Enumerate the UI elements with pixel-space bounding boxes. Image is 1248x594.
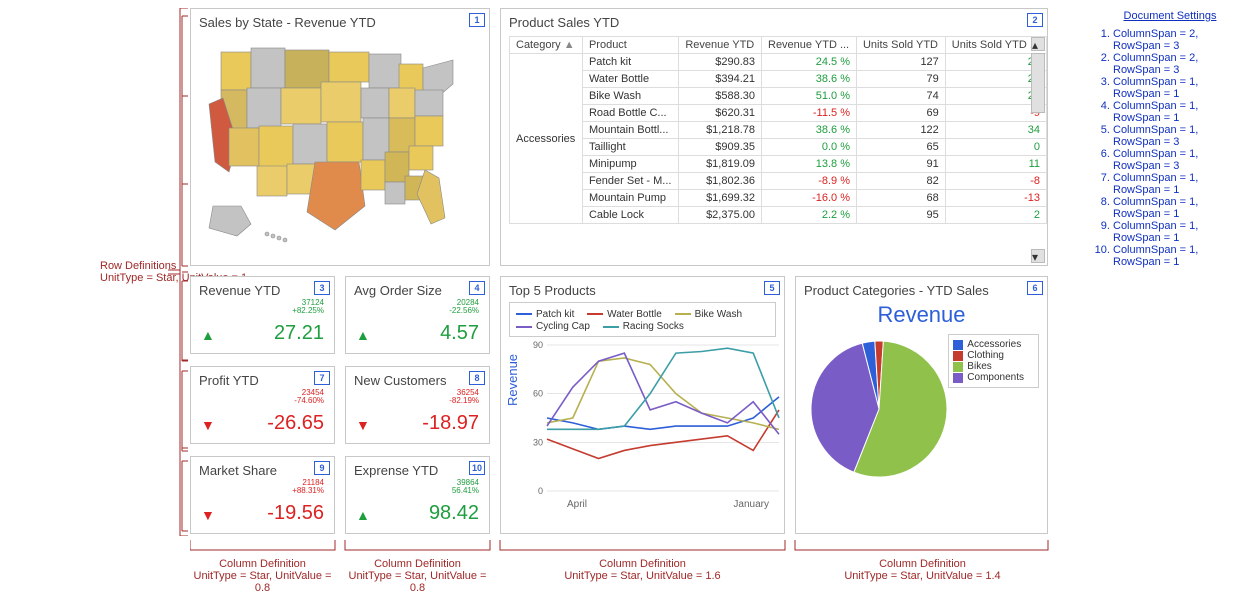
col-units[interactable]: Units Sold YTD (856, 37, 945, 54)
tile-profit-ytd[interactable]: Profit YTD 7 23454-74.60% ▼ -26.65 (190, 366, 335, 444)
col-revenue-delta[interactable]: Revenue YTD ... (762, 37, 857, 54)
column-bracket-icon (190, 540, 1050, 556)
svg-text:0: 0 (538, 486, 543, 496)
table-row[interactable]: Bike Wash$588.3051.0 %7425 (510, 88, 1047, 105)
table-row[interactable]: Taillight$909.350.0 %650 (510, 139, 1047, 156)
table-row[interactable]: Road Bottle C...$620.31-11.5 %69-9 (510, 105, 1047, 122)
tile-revenue-ytd[interactable]: Revenue YTD 3 37124+82.25% ▲ 27.21 (190, 276, 335, 354)
table-row[interactable]: Minipump$1,819.0913.8 %9111 (510, 156, 1047, 173)
table-row[interactable]: Mountain Pump$1,699.32-16.0 %68-13 (510, 190, 1047, 207)
tile-badge-7: 7 (314, 371, 330, 385)
up-arrow-icon: ▲ (356, 327, 370, 343)
tile-table-title: Product Sales YTD (509, 15, 1047, 30)
svg-text:90: 90 (533, 341, 543, 350)
tile-badge-2: 2 (1027, 13, 1043, 27)
line-chart-svg: 0 30 60 90 April January (523, 341, 783, 511)
tile-market-share[interactable]: Market Share 9 21184+88.31% ▼ -19.56 (190, 456, 335, 534)
svg-text:April: April (567, 499, 587, 510)
svg-text:30: 30 (533, 437, 543, 447)
down-arrow-icon: ▼ (201, 507, 215, 523)
line-chart-title: Top 5 Products (509, 283, 776, 298)
table-row[interactable]: Mountain Bottl...$1,218.7838.6 %12234 (510, 122, 1047, 139)
document-settings: Document Settings ColumnSpan = 2, RowSpa… (1095, 10, 1245, 268)
tile-line-chart[interactable]: Top 5 Products 5 Patch kit Water Bottle … (500, 276, 785, 534)
tile-map-title: Sales by State - Revenue YTD (199, 15, 481, 30)
up-arrow-icon: ▲ (356, 507, 370, 523)
table-row[interactable]: Cable Lock$2,375.002.2 %952 (510, 207, 1047, 224)
tile-badge-5: 5 (764, 281, 780, 295)
column-def-4: Column DefinitionUnitType = Star, UnitVa… (795, 558, 1050, 582)
tile-badge-9: 9 (314, 461, 330, 475)
row-bracket-icon (150, 8, 190, 536)
tile-avg-order-size[interactable]: Avg Order Size 4 20284-22.56% ▲ 4.57 (345, 276, 490, 354)
tile-badge-8: 8 (469, 371, 485, 385)
column-def-1: Column DefinitionUnitType = Star, UnitVa… (190, 558, 335, 594)
pie-chart-svg (804, 334, 948, 484)
sort-asc-icon: ▲ (564, 39, 575, 51)
col-revenue[interactable]: Revenue YTD (679, 37, 762, 54)
down-arrow-icon: ▼ (201, 417, 215, 433)
line-chart-area: Revenue 0306090AprilJanuary (509, 341, 776, 511)
tile-map[interactable]: Sales by State - Revenue YTD 1 (190, 8, 490, 266)
product-sales-table[interactable]: Category ▲ Product Revenue YTD Revenue Y… (509, 36, 1047, 224)
tile-table[interactable]: Product Sales YTD 2 Category ▲ Product R… (500, 8, 1048, 266)
document-settings-list: ColumnSpan = 2, RowSpan = 3 ColumnSpan =… (1095, 28, 1245, 268)
us-map-icon (199, 30, 483, 250)
pie-chart-title: Product Categories - YTD Sales (804, 283, 1039, 298)
line-chart-legend: Patch kit Water Bottle Bike Wash Cycling… (509, 302, 776, 337)
tile-badge-6: 6 (1027, 281, 1043, 295)
dashboard-grid: Sales by State - Revenue YTD 1 (190, 8, 1050, 536)
col-product[interactable]: Product (582, 37, 678, 54)
category-cell: Accessories (510, 54, 583, 224)
pie-chart-bigtitle: Revenue (804, 302, 1039, 328)
down-arrow-icon: ▼ (356, 417, 370, 433)
svg-text:January: January (733, 499, 769, 510)
scrollbar-up-icon[interactable]: ▴ (1031, 37, 1045, 51)
dashboard-diagram: Row Definitions UnitType = Star, UnitVal… (0, 0, 1248, 582)
tile-badge-1: 1 (469, 13, 485, 27)
tile-badge-10: 10 (469, 461, 485, 475)
scrollbar-down-icon[interactable]: ▾ (1031, 249, 1045, 263)
col-category[interactable]: Category ▲ (510, 37, 583, 54)
up-arrow-icon: ▲ (201, 327, 215, 343)
column-def-3: Column DefinitionUnitType = Star, UnitVa… (500, 558, 785, 582)
svg-text:60: 60 (533, 389, 543, 399)
tile-pie-chart[interactable]: Product Categories - YTD Sales 6 Revenue… (795, 276, 1048, 534)
table-header-row[interactable]: Category ▲ Product Revenue YTD Revenue Y… (510, 37, 1047, 54)
pie-chart-legend: Accessories Clothing Bikes Components (948, 334, 1039, 388)
line-chart-ylabel: Revenue (505, 354, 520, 406)
document-settings-title: Document Settings (1095, 10, 1245, 22)
tile-new-customers[interactable]: New Customers 8 36254-82.19% ▼ -18.97 (345, 366, 490, 444)
column-def-2: Column DefinitionUnitType = Star, UnitVa… (345, 558, 490, 594)
table-row[interactable]: Water Bottle$394.2138.6 %7922 (510, 71, 1047, 88)
scrollbar-thumb[interactable] (1031, 53, 1045, 113)
table-row[interactable]: Fender Set - M...$1,802.36-8.9 %82-8 (510, 173, 1047, 190)
tile-badge-3: 3 (314, 281, 330, 295)
tile-expense-ytd[interactable]: Exprense YTD 10 3986456.41% ▲ 98.42 (345, 456, 490, 534)
tile-badge-4: 4 (469, 281, 485, 295)
table-row[interactable]: AccessoriesPatch kit$290.8324.5 %12725 (510, 54, 1047, 71)
